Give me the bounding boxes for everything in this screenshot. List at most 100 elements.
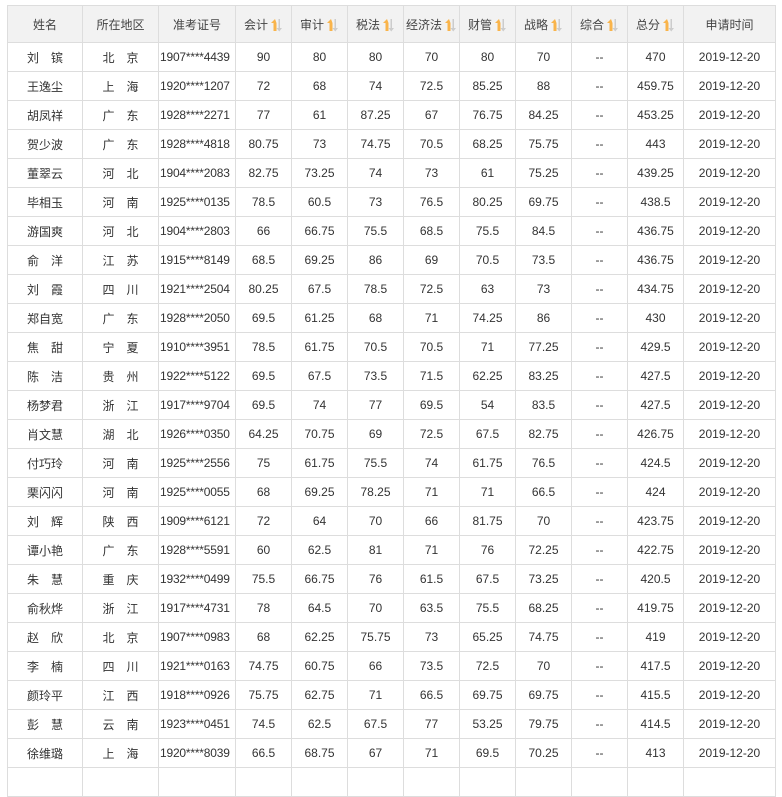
cell-comprehensive: --	[571, 680, 628, 710]
cell-exam-id: 1921****2504	[158, 274, 236, 304]
cell-total: 427.5	[627, 361, 684, 391]
table-row: 赵 欣北 京 1907****0983 68 62.25 75.75 73 65.25 74.…	[7, 622, 776, 652]
cell-accounting: 68	[235, 477, 292, 507]
cell-apply-date: 2019-12-20	[683, 245, 776, 275]
sort-up-down-icon[interactable]	[382, 18, 395, 32]
table-header-row: 姓名 所在地区 准考证号 会计 审计 税法 经济法 财管 战略 综合 总分 申请时间	[7, 5, 776, 43]
sort-up-down-icon[interactable]	[326, 18, 339, 32]
cell-region: 北 京	[82, 42, 159, 72]
cell-exam-id: 1907****0983	[158, 622, 236, 652]
cell-economic-law: 68.5	[403, 216, 460, 246]
cell-apply-date: 2019-12-20	[683, 535, 776, 565]
cell-apply-date: 2019-12-20	[683, 361, 776, 391]
sort-up-down-icon[interactable]	[494, 18, 507, 32]
cell-strategy: 82.75	[515, 419, 572, 449]
table-row: 陈 洁贵 州 1922****5122 69.5 67.5 73.5 71.5 62.25 8…	[7, 361, 776, 391]
cell-comprehensive: --	[571, 419, 628, 449]
cell-financial-mgmt: 67.5	[459, 419, 516, 449]
cell-name: 贺少波	[7, 129, 83, 159]
cell-name: 刘 辉	[7, 506, 83, 536]
cell-exam-id: 1910****3951	[158, 332, 236, 362]
cell-region: 重 庆	[82, 564, 159, 594]
cell-audit: 64	[291, 506, 348, 536]
column-header-tax-law[interactable]: 税法	[347, 5, 404, 43]
cell-audit: 61.75	[291, 332, 348, 362]
sort-up-down-icon[interactable]	[270, 18, 283, 32]
table-row: 王逸尘上 海 1920****1207 72 68 74 72.5 85.25 88 -- 459…	[7, 71, 776, 101]
cell-total: 415.5	[627, 680, 684, 710]
table-row-partial	[7, 767, 776, 797]
table-row: 付巧玲河 南 1925****2556 75 61.75 75.5 74 61.75 76.5…	[7, 448, 776, 478]
cell-tax-law: 70.5	[347, 332, 404, 362]
cell-tax-law: 75.5	[347, 448, 404, 478]
cell-economic-law: 66.5	[403, 680, 460, 710]
cell-comprehensive: --	[571, 303, 628, 333]
column-header-strategy[interactable]: 战略	[515, 5, 572, 43]
cell-accounting: 75.75	[235, 680, 292, 710]
cell-strategy: 70	[515, 506, 572, 536]
cell-accounting: 64.25	[235, 419, 292, 449]
cell-financial-mgmt: 70.5	[459, 245, 516, 275]
cell-name: 陈 洁	[7, 361, 83, 391]
cell-audit: 61.25	[291, 303, 348, 333]
cell-accounting: 80.25	[235, 274, 292, 304]
cell-apply-date: 2019-12-20	[683, 448, 776, 478]
column-header-comprehensive[interactable]: 综合	[571, 5, 628, 43]
column-header-audit[interactable]: 审计	[291, 5, 348, 43]
cell-accounting: 74.75	[235, 651, 292, 681]
column-header-economic-law[interactable]: 经济法	[403, 5, 460, 43]
cell-total: 423.75	[627, 506, 684, 536]
cell-strategy: 86	[515, 303, 572, 333]
sort-up-down-icon[interactable]	[662, 18, 675, 32]
column-header-financial-mgmt[interactable]: 财管	[459, 5, 516, 43]
cell-total: 424	[627, 477, 684, 507]
cell-exam-id: 1920****8039	[158, 738, 236, 768]
cell-apply-date: 2019-12-20	[683, 738, 776, 768]
cell-region: 江 西	[82, 680, 159, 710]
cell-name: 刘 镔	[7, 42, 83, 72]
cell-empty	[7, 767, 83, 797]
cell-region: 湖 北	[82, 419, 159, 449]
cell-apply-date: 2019-12-20	[683, 680, 776, 710]
cell-tax-law: 74	[347, 158, 404, 188]
cell-economic-law: 71	[403, 738, 460, 768]
cell-accounting: 90	[235, 42, 292, 72]
cell-exam-id: 1907****4439	[158, 42, 236, 72]
cell-tax-law: 67	[347, 738, 404, 768]
cell-accounting: 82.75	[235, 158, 292, 188]
cell-accounting: 72	[235, 71, 292, 101]
table-row: 杨梦君浙 江 1917****9704 69.5 74 77 69.5 54 83.5 -- 42…	[7, 390, 776, 420]
cell-audit: 62.25	[291, 622, 348, 652]
cell-total: 419	[627, 622, 684, 652]
cell-accounting: 78	[235, 593, 292, 623]
cell-apply-date: 2019-12-20	[683, 332, 776, 362]
cell-financial-mgmt: 81.75	[459, 506, 516, 536]
cell-economic-law: 71	[403, 477, 460, 507]
cell-audit: 61.75	[291, 448, 348, 478]
cell-strategy: 73	[515, 274, 572, 304]
column-header-total[interactable]: 总分	[627, 5, 684, 43]
cell-tax-law: 77	[347, 390, 404, 420]
cell-apply-date: 2019-12-20	[683, 419, 776, 449]
cell-name: 栗闪闪	[7, 477, 83, 507]
sort-up-down-icon[interactable]	[550, 18, 563, 32]
cell-tax-law: 70	[347, 593, 404, 623]
cell-exam-id: 1928****2050	[158, 303, 236, 333]
cell-exam-id: 1928****5591	[158, 535, 236, 565]
column-header-label: 所在地区	[96, 17, 145, 32]
cell-tax-law: 73.5	[347, 361, 404, 391]
cell-financial-mgmt: 61	[459, 158, 516, 188]
cell-exam-id: 1923****0451	[158, 709, 236, 739]
column-header-apply-date: 申请时间	[683, 5, 776, 43]
cell-total: 430	[627, 303, 684, 333]
column-header-accounting[interactable]: 会计	[235, 5, 292, 43]
cell-audit: 61	[291, 100, 348, 130]
table-row: 胡凤祥广 东 1928****2271 77 61 87.25 67 76.75 84.25-…	[7, 100, 776, 130]
cell-empty	[82, 767, 159, 797]
cell-economic-law: 69	[403, 245, 460, 275]
cell-comprehensive: --	[571, 477, 628, 507]
cell-region: 广 东	[82, 129, 159, 159]
cell-audit: 60.5	[291, 187, 348, 217]
sort-up-down-icon[interactable]	[606, 18, 619, 32]
sort-up-down-icon[interactable]	[444, 18, 457, 32]
